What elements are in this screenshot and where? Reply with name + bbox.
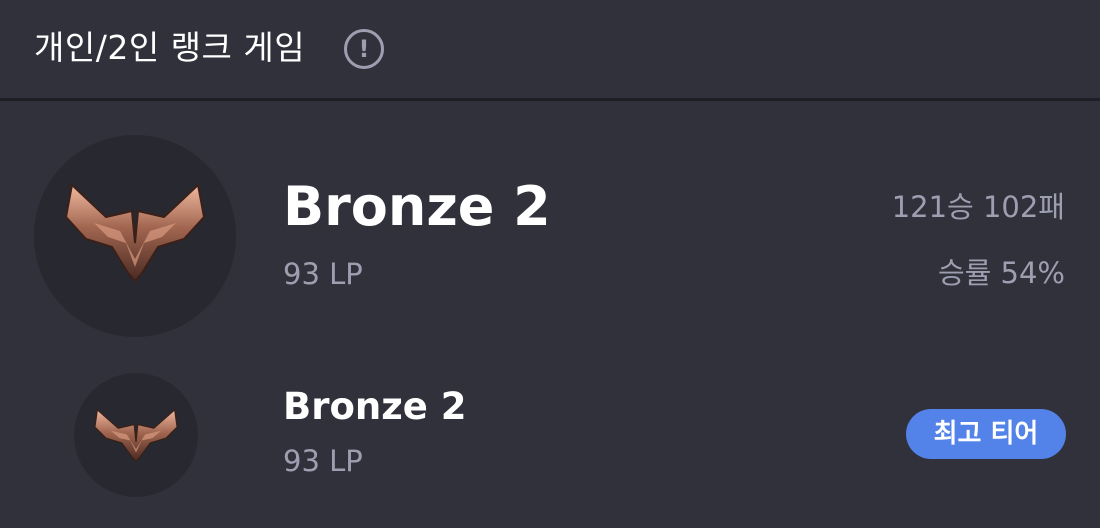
current-tier-emblem xyxy=(34,135,236,337)
rank-header: 개인/2인 랭크 게임 ! xyxy=(0,0,1100,101)
best-tier-badge: 최고 티어 xyxy=(906,409,1066,459)
win-rate: 승률 54% xyxy=(937,256,1065,290)
best-tier-name: Bronze 2 xyxy=(283,385,467,428)
current-tier-name: Bronze 2 xyxy=(283,175,551,238)
best-lp: 93 LP xyxy=(283,444,363,478)
header-title: 개인/2인 랭크 게임 xyxy=(34,28,306,67)
info-icon[interactable]: ! xyxy=(344,29,384,69)
bronze-emblem-icon xyxy=(64,183,206,283)
current-lp: 93 LP xyxy=(283,257,363,291)
best-tier-emblem xyxy=(74,373,198,497)
bronze-emblem-icon xyxy=(94,408,178,463)
win-loss-record: 121승 102패 xyxy=(891,190,1065,224)
